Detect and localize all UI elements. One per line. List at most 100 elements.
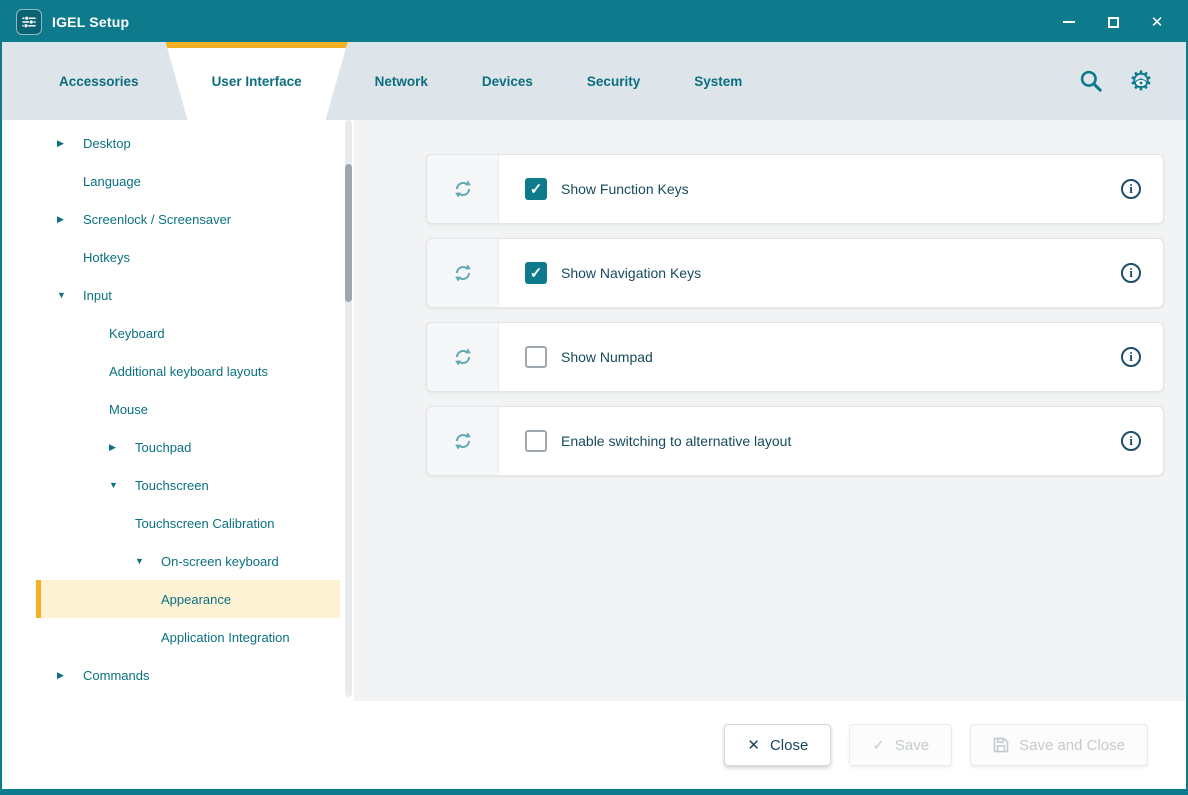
tab-label: Network <box>375 74 428 89</box>
sidebar-tree: ▶DesktopLanguage▶Screenlock / Screensave… <box>2 124 354 694</box>
sidebar-item-application-integration[interactable]: Application Integration <box>36 618 340 656</box>
search-icon[interactable] <box>1076 66 1106 96</box>
chevron-down-icon[interactable]: ▼ <box>135 557 161 566</box>
sidebar-item-label: Input <box>83 288 112 303</box>
sidebar-item-label: Mouse <box>109 402 148 417</box>
sidebar-item-label: Touchpad <box>135 440 191 455</box>
setting-label: Show Numpad <box>561 349 653 365</box>
setting-main: ✓ Show Navigation Keys <box>499 262 1121 284</box>
sidebar-item-language[interactable]: Language <box>36 162 340 200</box>
save-button[interactable]: ✓ Save <box>849 724 952 766</box>
setting-label: Show Function Keys <box>561 181 689 197</box>
chevron-right-icon[interactable]: ▶ <box>109 443 135 452</box>
chevron-right-icon[interactable]: ▶ <box>57 139 83 148</box>
reset-to-default-icon[interactable] <box>427 323 499 391</box>
close-window-button[interactable]: ✕ <box>1148 13 1166 31</box>
setting-row-show-navigation-keys: ✓ Show Navigation Keys i <box>426 238 1164 308</box>
save-floppy-icon <box>993 737 1009 753</box>
chevron-right-icon[interactable]: ▶ <box>57 215 83 224</box>
sidebar-item-label: Hotkeys <box>83 250 130 265</box>
settings-list: ✓ Show Function Keys i ✓ Show Navigation Key… <box>426 154 1164 476</box>
footer: ✕ Close ✓ Save Save and Close <box>2 701 1186 789</box>
sidebar-scrollbar[interactable] <box>345 120 352 697</box>
maximize-icon <box>1108 17 1119 28</box>
chevron-down-icon[interactable]: ▼ <box>109 481 135 490</box>
sidebar-item-label: Screenlock / Screensaver <box>83 212 231 227</box>
tab-label: Accessories <box>59 74 139 89</box>
sidebar-item-on-screen-keyboard[interactable]: ▼On-screen keyboard <box>36 542 340 580</box>
reset-to-default-icon[interactable] <box>427 239 499 307</box>
sidebar-item-screenlock-screensaver[interactable]: ▶Screenlock / Screensaver <box>36 200 340 238</box>
tab-devices[interactable]: Devices <box>455 42 560 120</box>
setting-row-enable-switching-to-alternative-layout: Enable switching to alternative layouti <box>426 406 1164 476</box>
sidebar: ▶DesktopLanguage▶Screenlock / Screensave… <box>2 120 354 701</box>
eye-icon <box>1135 79 1147 87</box>
sidebar-item-touchscreen[interactable]: ▼Touchscreen <box>36 466 340 504</box>
sidebar-item-label: Keyboard <box>109 326 165 341</box>
setting-row-show-function-keys: ✓ Show Function Keys i <box>426 154 1164 224</box>
tab-label: Security <box>587 74 640 89</box>
sidebar-item-label: Touchscreen Calibration <box>135 516 274 531</box>
tabbar-icons: ⚙ <box>1076 42 1186 120</box>
tab-network[interactable]: Network <box>348 42 455 120</box>
sidebar-item-hotkeys[interactable]: Hotkeys <box>36 238 340 276</box>
window-title: IGEL Setup <box>52 14 1050 30</box>
setting-main: Show Numpad <box>499 346 1121 368</box>
tab-accessories[interactable]: Accessories <box>32 42 166 120</box>
tab-label: Devices <box>482 74 533 89</box>
content-panel: ✓ Show Function Keys i ✓ Show Navigation Key… <box>354 120 1186 701</box>
info-icon[interactable]: i <box>1121 179 1141 199</box>
sidebar-item-touchpad[interactable]: ▶Touchpad <box>36 428 340 466</box>
tab-security[interactable]: Security <box>560 42 667 120</box>
chevron-down-icon[interactable]: ▼ <box>57 291 83 300</box>
checkbox-show-navigation-keys[interactable]: ✓ <box>525 262 547 284</box>
close-x-icon: ✕ <box>747 738 760 753</box>
sidebar-item-label: Additional keyboard layouts <box>109 364 268 379</box>
scrollbar-thumb[interactable] <box>345 164 352 302</box>
reset-to-default-icon[interactable] <box>427 407 499 475</box>
sidebar-item-touchscreen-calibration[interactable]: Touchscreen Calibration <box>36 504 340 542</box>
tabs: Accessories User Interface Network Devices S… <box>32 42 769 120</box>
setting-row-show-numpad: Show Numpad i <box>426 322 1164 392</box>
sidebar-item-appearance[interactable]: Appearance <box>36 580 340 618</box>
sidebar-item-label: Application Integration <box>161 630 290 645</box>
igel-setup-window: IGEL Setup ✕ Accessories User Interface Ne… <box>0 0 1188 795</box>
setting-main: Enable switching to alternative layout <box>499 430 1121 452</box>
maximize-button[interactable] <box>1104 13 1122 31</box>
window-controls: ✕ <box>1060 13 1166 31</box>
minimize-button[interactable] <box>1060 13 1078 31</box>
info-icon[interactable]: i <box>1121 263 1141 283</box>
sidebar-item-label: Appearance <box>161 592 231 607</box>
save-and-close-button[interactable]: Save and Close <box>970 724 1148 766</box>
sidebar-item-commands[interactable]: ▶Commands <box>36 656 340 694</box>
chevron-right-icon[interactable]: ▶ <box>57 671 83 680</box>
reset-to-default-icon[interactable] <box>427 155 499 223</box>
igel-logo-icon <box>16 9 42 35</box>
tab-system[interactable]: System <box>667 42 769 120</box>
sidebar-item-input[interactable]: ▼Input <box>36 276 340 314</box>
main-area: ▶DesktopLanguage▶Screenlock / Screensave… <box>2 120 1186 701</box>
tab-user-interface[interactable]: User Interface <box>166 42 348 120</box>
close-button-label: Close <box>770 737 808 754</box>
sidebar-item-mouse[interactable]: Mouse <box>36 390 340 428</box>
setting-label: Show Navigation Keys <box>561 265 701 281</box>
sidebar-item-keyboard[interactable]: Keyboard <box>36 314 340 352</box>
checkbox-show-function-keys[interactable]: ✓ <box>525 178 547 200</box>
checkbox-show-numpad[interactable] <box>525 346 547 368</box>
info-icon[interactable]: i <box>1121 347 1141 367</box>
sidebar-item-desktop[interactable]: ▶Desktop <box>36 124 340 162</box>
sidebar-item-label: Touchscreen <box>135 478 209 493</box>
check-icon: ✓ <box>872 738 885 753</box>
close-button[interactable]: ✕ Close <box>724 724 831 766</box>
setting-main: ✓ Show Function Keys <box>499 178 1121 200</box>
sidebar-item-label: On-screen keyboard <box>161 554 279 569</box>
tab-label: User Interface <box>212 74 302 89</box>
sidebar-item-label: Desktop <box>83 136 131 151</box>
sidebar-item-additional-keyboard-layouts[interactable]: Additional keyboard layouts <box>36 352 340 390</box>
info-icon[interactable]: i <box>1121 431 1141 451</box>
tab-bar: Accessories User Interface Network Devices S… <box>2 42 1186 120</box>
checkbox-enable-switching-to-alternative-layout[interactable] <box>525 430 547 452</box>
gear-eye-icon[interactable]: ⚙ <box>1126 66 1156 96</box>
save-and-close-label: Save and Close <box>1019 737 1125 754</box>
sidebar-item-label: Commands <box>83 668 149 683</box>
